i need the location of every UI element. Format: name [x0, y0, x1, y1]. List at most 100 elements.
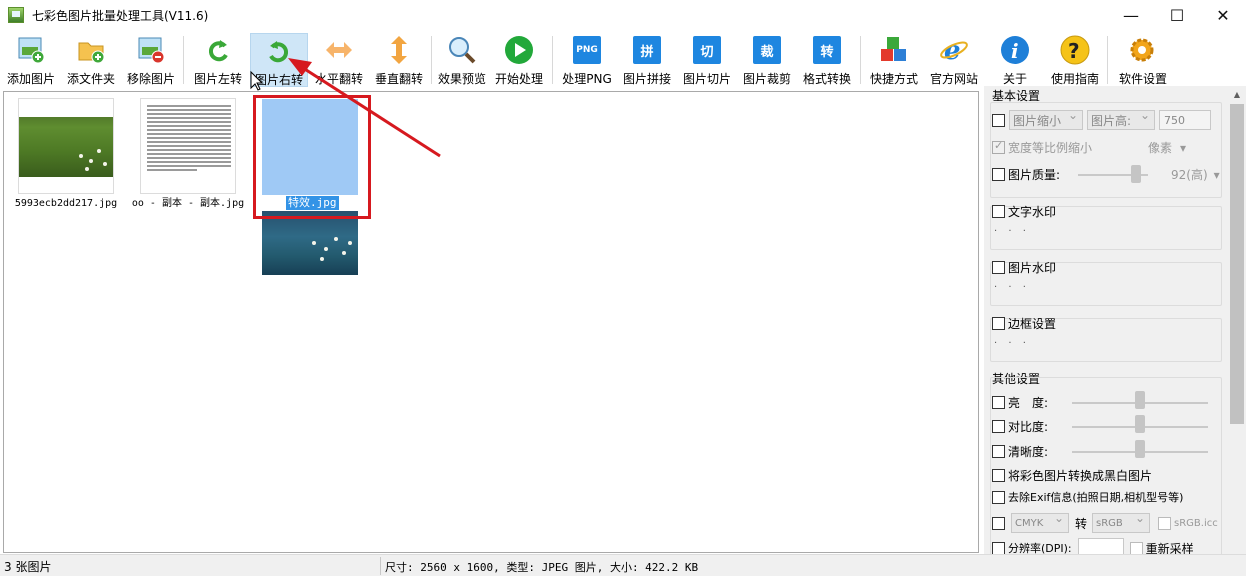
software-settings-button[interactable]: 软件设置 [1114, 33, 1172, 87]
keep-ratio-label: 宽度等比例缩小 [1008, 141, 1093, 155]
image-watermark-more[interactable]: · · · [994, 282, 1030, 293]
png-icon: PNG [573, 36, 601, 64]
image-list[interactable]: 5993ecb2dd217.jpg oo - 副本 - 副本.jpg 特效.jp… [3, 91, 979, 553]
quality-label: 图片质量: [1008, 168, 1061, 182]
brightness-checkbox[interactable] [992, 396, 1005, 409]
file-name: oo - 副本 - 副本.jpg [131, 198, 245, 209]
stitch-icon: 拼 [633, 36, 661, 64]
add-folder-button[interactable]: 添文件夹 [64, 33, 118, 87]
flip-horizontal-icon [324, 35, 354, 65]
add-image-icon [16, 35, 46, 65]
dpi-checkbox[interactable] [992, 541, 1005, 555]
rotate-right-button[interactable]: 图片右转 [250, 33, 308, 87]
flip-vertical-icon [384, 35, 414, 65]
text-watermark-more[interactable]: · · · [994, 226, 1030, 237]
remove-exif-checkbox[interactable] [992, 490, 1005, 504]
add-image-button[interactable]: 添加图片 [4, 33, 58, 87]
toolbar-separator [431, 36, 432, 84]
text-watermark-checkbox[interactable] [992, 205, 1005, 218]
thumbnail-document[interactable] [140, 98, 236, 194]
sharpness-checkbox[interactable] [992, 445, 1005, 458]
quality-slider-handle[interactable] [1131, 165, 1141, 183]
convert-to-label: 转 [1075, 516, 1088, 531]
minimize-button[interactable]: — [1108, 0, 1154, 30]
magnifier-icon [447, 35, 477, 65]
resize-mode-select[interactable]: 图片缩小 [1009, 108, 1083, 130]
toolbar-separator [860, 36, 861, 84]
title-bar: 七彩色图片批量处理工具(V11.6) — ☐ ✕ [0, 0, 1246, 30]
height-input[interactable]: 750 [1159, 110, 1211, 130]
close-button[interactable]: ✕ [1200, 0, 1246, 30]
border-more[interactable]: · · · [994, 338, 1030, 349]
flip-vertical-button[interactable]: 垂直翻转 [372, 33, 426, 87]
target-color-select[interactable]: sRGB [1092, 511, 1151, 533]
annotation-highlight-box [253, 95, 371, 219]
image-watermark-checkbox[interactable] [992, 261, 1005, 274]
user-guide-button[interactable]: ? 使用指南 [1048, 33, 1102, 87]
grayscale-label: 将彩色图片转换成黑白图片 [1008, 469, 1153, 483]
rotate-right-icon [264, 36, 294, 66]
about-button[interactable]: i 关于 [988, 33, 1042, 87]
folder-icon [76, 35, 106, 65]
chevron-down-icon: ▾ [1213, 167, 1220, 182]
dimension-select[interactable]: 图片高: [1087, 108, 1155, 130]
file-name: 5993ecb2dd217.jpg [14, 198, 118, 209]
contrast-label: 对比度: [1008, 420, 1049, 434]
icc-label: sRGB.icc [1174, 517, 1218, 529]
shortcut-button[interactable]: 快捷方式 [867, 33, 921, 87]
image-info: 尺寸: 2560 x 1600, 类型: JPEG 图片, 大小: 422.2 … [385, 561, 699, 574]
remove-image-icon [136, 35, 166, 65]
contrast-checkbox[interactable] [992, 420, 1005, 433]
image-stitch-button[interactable]: 拼 图片拼接 [620, 33, 674, 87]
settings-scrollbar[interactable]: ▲ [1228, 86, 1246, 554]
rotate-left-button[interactable]: 图片左转 [191, 33, 245, 87]
scrollbar-thumb[interactable] [1230, 104, 1244, 424]
remove-image-button[interactable]: 移除图片 [124, 33, 178, 87]
sharpness-slider-handle[interactable] [1135, 440, 1145, 458]
toolbar-separator [183, 36, 184, 84]
settings-panel: 基本设置 图片缩小 图片高: 750 宽度等比例缩小 像素 ▾ 图片质量: 92… [984, 86, 1228, 558]
thumbnail-image[interactable] [18, 98, 114, 194]
border-checkbox[interactable] [992, 317, 1005, 330]
format-convert-button[interactable]: 转 格式转换 [800, 33, 854, 87]
contrast-slider-handle[interactable] [1135, 415, 1145, 433]
svg-text:i: i [1011, 39, 1019, 63]
toolbar-separator [1107, 36, 1108, 84]
svg-text:?: ? [1068, 39, 1080, 63]
status-divider [380, 557, 381, 575]
crop-icon: 裁 [753, 36, 781, 64]
flip-horizontal-button[interactable]: 水平翻转 [312, 33, 366, 87]
svg-text:e: e [944, 36, 961, 65]
cubes-icon [879, 35, 909, 65]
image-slice-button[interactable]: 切 图片切片 [680, 33, 734, 87]
grayscale-checkbox[interactable] [992, 469, 1005, 482]
browser-icon: e [939, 35, 969, 65]
slice-icon: 切 [693, 36, 721, 64]
resize-checkbox[interactable] [992, 113, 1005, 127]
preview-button[interactable]: 效果预览 [435, 33, 489, 87]
quality-value[interactable]: 92(高) [1171, 166, 1208, 183]
color-convert-checkbox[interactable] [992, 516, 1005, 530]
gear-icon [1128, 35, 1158, 65]
process-png-button[interactable]: PNG 处理PNG [560, 33, 614, 87]
keep-ratio-checkbox[interactable] [992, 139, 1005, 154]
image-count: 3 张图片 [4, 560, 52, 574]
resample-checkbox[interactable] [1129, 541, 1143, 555]
unit-select[interactable]: 像素 [1148, 139, 1172, 156]
source-color-select[interactable]: CMYK [1011, 511, 1069, 533]
app-icon [8, 7, 24, 23]
play-icon [504, 35, 534, 65]
icc-checkbox[interactable] [1158, 516, 1172, 530]
thumbnail-image-selected[interactable] [262, 211, 358, 275]
convert-icon: 转 [813, 36, 841, 64]
scroll-up-icon[interactable]: ▲ [1228, 86, 1246, 103]
image-crop-button[interactable]: 裁 图片裁剪 [740, 33, 794, 87]
text-watermark-label: 文字水印 [1008, 205, 1057, 219]
brightness-slider-handle[interactable] [1135, 391, 1145, 409]
official-website-button[interactable]: e 官方网站 [927, 33, 981, 87]
maximize-button[interactable]: ☐ [1154, 0, 1200, 30]
status-bar: 3 张图片 尺寸: 2560 x 1600, 类型: JPEG 图片, 大小: … [0, 554, 1246, 576]
remove-exif-label: 去除Exif信息(拍照日期,相机型号等) [1008, 491, 1184, 504]
start-button[interactable]: 开始处理 [492, 33, 546, 87]
quality-checkbox[interactable] [992, 168, 1005, 181]
